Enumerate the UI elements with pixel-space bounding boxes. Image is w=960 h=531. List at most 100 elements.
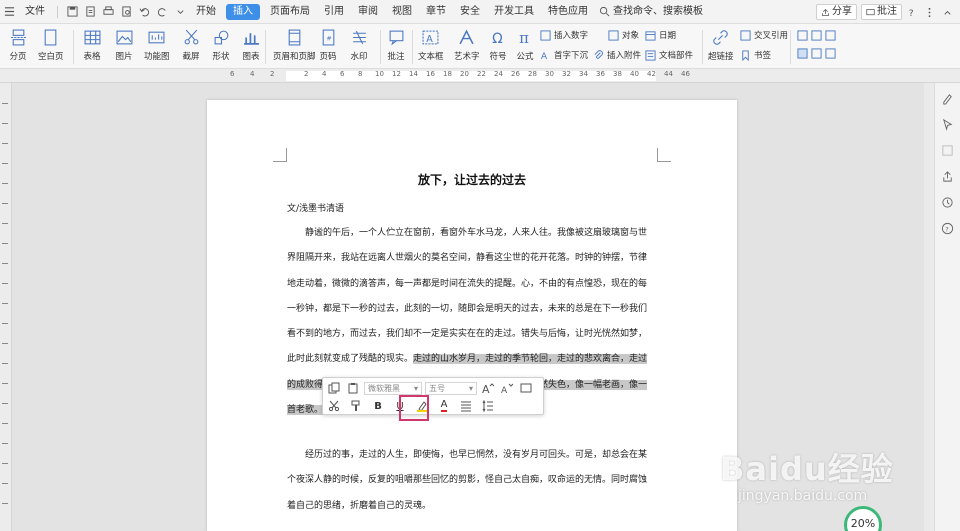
tab-page-layout[interactable]: 页面布局	[263, 0, 317, 24]
ruler-number: 8	[358, 70, 363, 78]
header-footer-button[interactable]: 页眉和页脚	[273, 28, 316, 62]
text-line[interactable]: 看不到的地方，而过去，我们却不一定是实实在在的走过。错失与后悔，让时光恍然如梦，	[287, 322, 657, 347]
bold-button[interactable]: B	[370, 398, 386, 414]
tab-chapter[interactable]: 章节	[419, 0, 453, 24]
comment-button[interactable]: 批注	[861, 4, 902, 20]
doc-part-button[interactable]: 文档部件	[645, 49, 693, 61]
undo-icon[interactable]	[135, 0, 153, 24]
text-line[interactable]: 经历过的事，走过的人生，即使悔，也早已惘然，没有岁月可回头。可是，却总会在某	[287, 443, 657, 468]
watermark-url: jingyan.baidu.com	[738, 488, 868, 504]
font-color-button[interactable]: A	[436, 398, 452, 414]
text-line[interactable]: 着自己的思绪，折磨着自己的灵魂。	[287, 494, 657, 519]
format-painter-icon[interactable]	[348, 398, 364, 414]
history-icon[interactable]	[941, 195, 955, 209]
search-icon[interactable]	[595, 0, 613, 24]
symbol-button[interactable]: Ω 符号	[488, 28, 508, 62]
object-button[interactable]: 对象	[608, 29, 639, 41]
date-button[interactable]: 日期	[645, 29, 676, 41]
view-mode-group[interactable]	[797, 30, 836, 41]
font-name-select[interactable]: 微软雅黑 ▾	[364, 381, 422, 395]
copy-icon[interactable]	[326, 380, 342, 396]
shrink-font-icon[interactable]: A	[499, 380, 515, 396]
select-cursor-icon[interactable]	[941, 117, 955, 131]
vertical-scrollbar[interactable]	[924, 83, 934, 531]
menu-icon[interactable]	[0, 0, 18, 24]
text-line[interactable]: 静谧的午后，一个人伫立在窗前，看窗外车水马龙，人来人往。我像被这扇玻璃窗与世	[287, 221, 657, 246]
insert-number-label: 插入数字	[554, 31, 589, 41]
watermark-button[interactable]: 水印	[349, 28, 369, 62]
style-icon[interactable]	[941, 91, 955, 105]
text-line[interactable]: 地走动着，微微的滴答声，每一声都是时间在流失的提醒。心，不由的有点惶恐，现在的每	[287, 272, 657, 297]
watermark-label: 水印	[350, 52, 368, 62]
insert-number-button[interactable]: 插入数字	[540, 29, 588, 41]
hyperlink-button[interactable]: 超链接	[708, 28, 734, 62]
tab-security[interactable]: 安全	[453, 0, 487, 24]
insert-attachment-button[interactable]: 插入附件	[593, 49, 641, 61]
table-button[interactable]: 表格	[82, 28, 102, 62]
document-author[interactable]: 文/浅墨书清语	[287, 201, 344, 214]
paragraph-2[interactable]: 经历过的事，走过的人生，即使悔，也早已惘然，没有岁月可回头。可是，却总会在某 个…	[287, 443, 657, 519]
vertical-ruler[interactable]	[0, 83, 12, 531]
export-pdf-icon[interactable]	[81, 0, 99, 24]
blank-page-button[interactable]: 空白页	[38, 28, 64, 62]
file-menu[interactable]: 文件	[18, 0, 52, 24]
picture-button[interactable]: 图片	[114, 28, 134, 62]
tab-view[interactable]: 视图	[385, 0, 419, 24]
layout-panel-icon[interactable]	[941, 143, 955, 157]
line-spacing-icon[interactable]	[480, 398, 496, 414]
tab-home[interactable]: 开始	[189, 0, 223, 24]
insert-comment-icon	[386, 28, 406, 46]
page-number-button[interactable]: # 页码	[318, 28, 338, 62]
svg-text:Ω: Ω	[492, 30, 503, 45]
collapse-icon[interactable]	[938, 0, 956, 24]
font-size-select[interactable]: 五号 ▾	[425, 381, 477, 395]
redo-icon[interactable]	[153, 0, 171, 24]
picture-style-icon[interactable]	[518, 380, 534, 396]
drop-cap-button[interactable]: A 首字下沉	[540, 49, 588, 61]
screenshot-button[interactable]: 截屏	[181, 28, 201, 62]
view-mode-group-2[interactable]	[797, 48, 836, 59]
print-preview-icon[interactable]	[117, 0, 135, 24]
ruler-number: 30	[545, 70, 554, 78]
cross-ref-button[interactable]: 交叉引用	[740, 29, 788, 41]
document-page[interactable]: 放下，让过去的过去 文/浅墨书清语 静谧的午后，一个人伫立在窗前，看窗外车水马龙…	[207, 100, 737, 531]
formula-button[interactable]: π 公式	[515, 28, 535, 63]
text-line[interactable]: 此时此刻就变成了残酷的现实。走过的山水岁月，走过的季节轮回，走过的悲欢离合，走过	[287, 347, 657, 372]
paste-icon[interactable]	[345, 380, 361, 396]
scissors-icon[interactable]	[326, 398, 342, 414]
align-icon[interactable]	[458, 398, 474, 414]
shape-button[interactable]: 形状	[211, 28, 231, 62]
wordart-button[interactable]: 艺术字	[454, 28, 480, 62]
command-search[interactable]: 查找命令、搜索模板	[613, 0, 710, 24]
page-break-button[interactable]: 分页	[8, 28, 28, 62]
print-icon[interactable]	[99, 0, 117, 24]
more-icon[interactable]	[920, 0, 938, 24]
tab-developer[interactable]: 开发工具	[487, 0, 541, 24]
share-button[interactable]: 分享	[816, 4, 857, 20]
function-chart-button[interactable]: 功能图	[144, 28, 170, 62]
text-line[interactable]: 界阻隔开来，我站在远离人世烟火的莫名空间，静看这尘世的花开花落。时钟的钟摆，节律	[287, 246, 657, 271]
ruler-number: 32	[562, 70, 571, 78]
tab-special[interactable]: 特色应用	[541, 0, 595, 24]
margin-corner-top-right	[657, 148, 671, 162]
document-title[interactable]: 放下，让过去的过去	[207, 171, 737, 188]
horizontal-ruler[interactable]: 6 4 2 2 4 6 8 10 12 14 16 18 20 22 24 26…	[0, 69, 960, 83]
tab-review[interactable]: 审阅	[351, 0, 385, 24]
bookmark-button[interactable]: 书签	[740, 49, 771, 61]
text-line[interactable]: 一秒钟，都是下一秒的过去，此刻的一切，随即会是明天的过去，未来的总是在下一秒我们	[287, 297, 657, 322]
textbox-button[interactable]: A 文本框	[418, 28, 444, 62]
help-panel-icon[interactable]: ?	[941, 221, 955, 235]
ruler-tick	[2, 183, 8, 184]
object-label: 对象	[622, 31, 640, 41]
chevron-down-icon[interactable]	[171, 0, 189, 24]
grow-font-icon[interactable]: A	[480, 380, 496, 396]
text-line[interactable]: 个夜深人静的时候，反复的咀嚼那些回忆的剪影，怪自己太自痴，叹命运的无情。同时腐蚀	[287, 468, 657, 493]
help-icon[interactable]: ?	[902, 0, 920, 24]
floating-format-toolbar: 微软雅黑 ▾ 五号 ▾ A A B U A	[322, 377, 544, 421]
comment-ribbon-button[interactable]: 批注	[386, 28, 406, 62]
save-icon[interactable]	[63, 0, 81, 24]
share-panel-icon[interactable]	[941, 169, 955, 183]
tab-references[interactable]: 引用	[317, 0, 351, 24]
chart-button[interactable]: 图表	[241, 28, 261, 62]
tab-insert[interactable]: 插入	[226, 3, 260, 20]
